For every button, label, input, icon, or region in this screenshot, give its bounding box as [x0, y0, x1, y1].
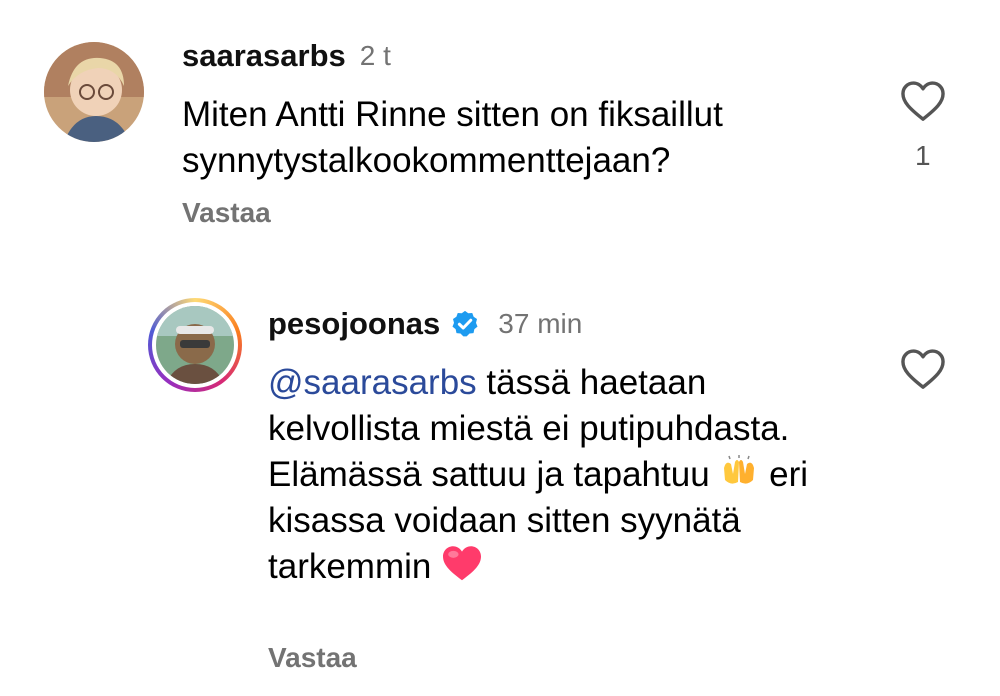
timestamp: 37 min — [498, 308, 583, 339]
mention-link[interactable]: @saarasarbs — [268, 363, 477, 402]
avatar — [156, 306, 234, 384]
reply-button[interactable]: Vastaa — [182, 197, 271, 229]
raising-hands-emoji — [724, 455, 755, 484]
avatar[interactable] — [44, 42, 144, 142]
verified-badge-icon — [452, 310, 478, 337]
timestamp: 2 t — [359, 40, 391, 71]
like-count: 1 — [915, 140, 931, 171]
comment-text: @saarasarbs tässä haetaan kelvollista mi… — [268, 360, 848, 590]
red-heart-emoji — [443, 546, 482, 581]
like-heart-icon[interactable] — [900, 80, 946, 127]
avatar-story-ring[interactable] — [148, 298, 242, 392]
username[interactable]: pesojoonas — [268, 306, 440, 342]
username[interactable]: saarasarbs — [182, 38, 346, 74]
like-heart-icon[interactable] — [900, 348, 946, 395]
comment-text: Miten Antti Rinne sitten on fiksaillut s… — [182, 95, 723, 180]
reply-button[interactable]: Vastaa — [268, 642, 357, 674]
